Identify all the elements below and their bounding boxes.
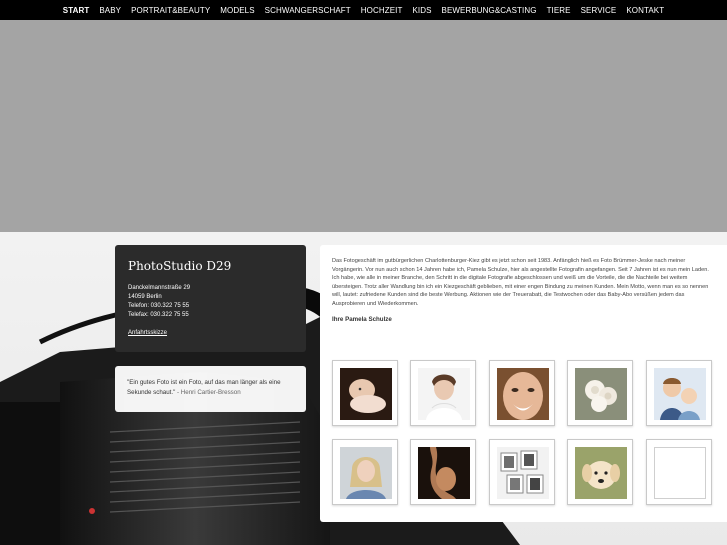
baby-photo-image — [340, 368, 392, 420]
puppy-photo-image — [575, 447, 627, 499]
nav-item-schwangerschaft[interactable]: SCHWANGERSCHAFT — [260, 6, 356, 15]
portrait-photo-image — [418, 368, 470, 420]
address-city: 14059 Berlin — [128, 294, 162, 300]
thumbnail-beauty[interactable] — [489, 360, 555, 426]
nav-item-baby[interactable]: BABY — [94, 6, 126, 15]
kids-photo-image — [654, 368, 706, 420]
about-text: Das Fotogeschäft im gutbürgerlichen Char… — [332, 258, 709, 307]
signature: Ihre Pamela Schulze — [332, 315, 392, 323]
nav-item-models[interactable]: MODELS — [215, 6, 259, 15]
thumbnail-wedding[interactable] — [567, 360, 633, 426]
nav-item-bewerbung-casting[interactable]: BEWERBUNG&CASTING — [437, 6, 542, 15]
nav-item-service[interactable]: SERVICE — [576, 6, 622, 15]
thumbnail-kids[interactable] — [646, 360, 712, 426]
header-banner — [0, 20, 727, 232]
empty-placeholder — [654, 447, 706, 499]
beauty-photo-image — [497, 368, 549, 420]
quote-author: - Henri Cartier-Bresson — [177, 389, 241, 396]
nav-item-kids[interactable]: KIDS — [407, 6, 436, 15]
thumbnail-models[interactable] — [332, 439, 398, 505]
nav-item-tiere[interactable]: TIERE — [542, 6, 576, 15]
fax-number: Telefax: 030.322 75 55 — [128, 312, 189, 318]
phone-number: Telefon: 030.322 75 55 — [128, 303, 190, 309]
directions-link[interactable]: Anfahrtsskizze — [128, 330, 167, 336]
pregnancy-photo-image — [418, 447, 470, 499]
nav-item-hochzeit[interactable]: HOCHZEIT — [356, 6, 408, 15]
nav-item-start[interactable]: START — [58, 6, 95, 15]
quote-box: "Ein gutes Foto ist ein Foto, auf das ma… — [115, 366, 306, 412]
thumbnail-portrait[interactable] — [410, 360, 476, 426]
thumbnail-empty[interactable] — [646, 439, 712, 505]
nav-item-portrait-beauty[interactable]: PORTRAIT&BEAUTY — [126, 6, 215, 15]
thumbnail-application[interactable] — [489, 439, 555, 505]
quote: "Ein gutes Foto ist ein Foto, auf das ma… — [127, 378, 294, 398]
thumbnail-animals[interactable] — [567, 439, 633, 505]
wedding-photo-image — [575, 368, 627, 420]
gallery-thumbnails — [332, 360, 722, 510]
model-photo-image — [340, 447, 392, 499]
address-street: Danckelmannstraße 29 — [128, 285, 191, 291]
thumbnail-pregnancy[interactable] — [410, 439, 476, 505]
main-navigation: START BABY PORTRAIT&BEAUTY MODELS SCHWAN… — [0, 0, 727, 20]
thumbnail-baby[interactable] — [332, 360, 398, 426]
studio-info-box: PhotoStudio D29 Danckelmannstraße 29 140… — [115, 245, 306, 352]
passport-photos-image — [497, 447, 549, 499]
studio-title: PhotoStudio D29 — [128, 259, 232, 273]
nav-item-kontakt[interactable]: KONTAKT — [621, 6, 669, 15]
